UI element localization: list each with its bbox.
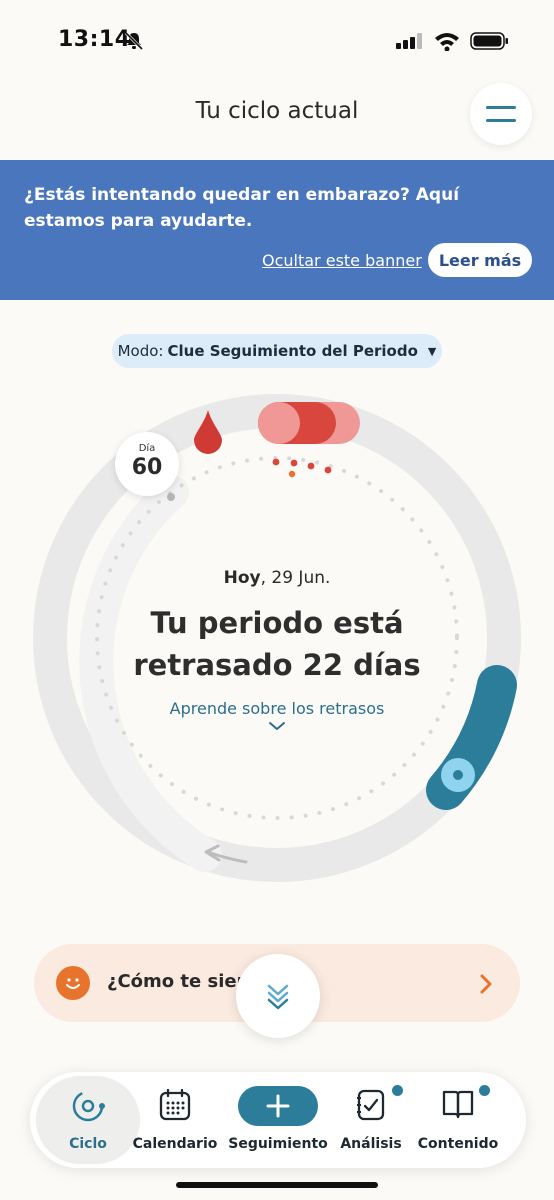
nav-label-tracking: Seguimiento bbox=[228, 1136, 328, 1152]
status-time: 13:14 bbox=[58, 27, 131, 52]
cycle-headline: Tu periodo está retrasado 22 días bbox=[133, 606, 421, 682]
nav-label-content: Contenido bbox=[417, 1136, 499, 1152]
mode-selector[interactable]: Modo: Clue Seguimiento del Periodo ▼ bbox=[112, 334, 442, 368]
nav-item-cycle[interactable]: Ciclo bbox=[38, 1082, 138, 1162]
day-badge: Día 60 bbox=[115, 432, 179, 496]
nav-label-calendar: Calendario bbox=[132, 1136, 218, 1152]
banner-text: ¿Estás intentando quedar en embarazo? Aq… bbox=[24, 185, 460, 231]
bell-slash-icon bbox=[124, 31, 144, 51]
analysis-icon bbox=[357, 1089, 385, 1121]
battery-icon bbox=[470, 32, 508, 50]
nav-item-analysis[interactable]: Análisis bbox=[321, 1082, 421, 1162]
nav-label-analysis: Análisis bbox=[340, 1136, 402, 1152]
smiley-icon bbox=[56, 966, 90, 1000]
nav-item-calendar[interactable]: Calendario bbox=[125, 1082, 225, 1162]
nav-label-cycle: Ciclo bbox=[69, 1136, 107, 1152]
cycle-icon bbox=[72, 1090, 105, 1122]
today-bold: Hoy bbox=[223, 568, 261, 588]
day-label: Día bbox=[138, 443, 156, 454]
status-bar: 13:14 bbox=[0, 0, 554, 80]
wifi-icon bbox=[435, 33, 459, 51]
chevron-down-icon[interactable] bbox=[268, 720, 286, 732]
scroll-down-button[interactable] bbox=[236, 954, 320, 1038]
book-icon bbox=[442, 1090, 474, 1119]
double-chevron-down-icon bbox=[267, 984, 289, 1010]
nav-item-tracking[interactable]: Seguimiento bbox=[228, 1082, 328, 1162]
today-date-text: , 29 Jun. bbox=[260, 568, 331, 588]
hide-banner-link[interactable]: Ocultar este banner bbox=[262, 251, 422, 270]
learn-delays-link[interactable]: Aprende sobre los retrasos bbox=[0, 699, 554, 718]
signal-icon bbox=[396, 33, 422, 49]
read-more-button[interactable]: Leer más bbox=[428, 243, 532, 277]
today-date: Hoy, 29 Jun. bbox=[0, 568, 554, 588]
chevron-right-icon[interactable] bbox=[478, 972, 494, 996]
mode-prefix: Modo: bbox=[117, 342, 164, 360]
mode-name: Clue Seguimiento del Periodo bbox=[167, 342, 418, 360]
day-number: 60 bbox=[131, 455, 163, 480]
feeling-prompt: ¿Cómo te sient bbox=[107, 971, 258, 992]
home-indicator bbox=[176, 1182, 378, 1188]
calendar-icon bbox=[159, 1088, 191, 1121]
menu-button[interactable] bbox=[470, 83, 532, 145]
chevron-down-icon: ▼ bbox=[427, 344, 437, 358]
content-badge bbox=[479, 1085, 490, 1096]
nav-item-content[interactable]: Contenido bbox=[408, 1082, 508, 1162]
analysis-badge bbox=[392, 1085, 403, 1096]
hamburger-menu-icon bbox=[486, 106, 516, 122]
